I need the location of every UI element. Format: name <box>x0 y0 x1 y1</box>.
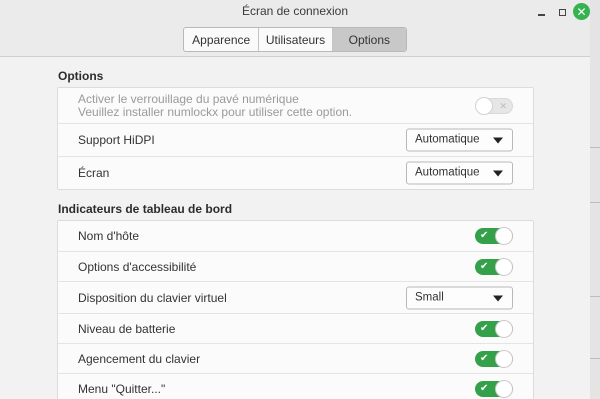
battery-label: Niveau de batterie <box>78 321 176 336</box>
keyboard-layout-row: Agencement du clavier ✔ <box>58 344 533 374</box>
hostname-row: Nom d'hôte ✔ <box>58 221 533 252</box>
accessibility-switch[interactable]: ✔ <box>475 257 513 276</box>
check-icon: ✔ <box>480 322 489 334</box>
virtual-keyboard-row: Disposition du clavier virtuel Small <box>58 282 533 314</box>
screen-label: Écran <box>78 166 110 180</box>
quit-menu-row: Menu "Quitter..." ✔ <box>58 374 533 399</box>
hidpi-label: Support HiDPI <box>78 133 155 147</box>
screen-select[interactable]: Automatique <box>406 161 513 185</box>
hostname-switch[interactable]: ✔ <box>475 227 513 245</box>
x-icon: ✕ <box>499 100 507 111</box>
check-icon: ✔ <box>480 260 489 272</box>
caret-down-icon <box>493 137 503 144</box>
hidpi-select[interactable]: Automatique <box>406 128 513 152</box>
virtual-keyboard-label: Disposition du clavier virtuel <box>78 290 227 305</box>
switch-knob <box>495 319 513 338</box>
section-title-indicators: Indicateurs de tableau de bord <box>58 202 233 216</box>
titlebar: Écran de connexion ✕ Apparence Utilisate… <box>0 0 590 57</box>
hidpi-row: Support HiDPI Automatique <box>58 124 533 157</box>
close-button[interactable]: ✕ <box>573 3 590 20</box>
keyboard-layout-label: Agencement du clavier <box>78 351 201 366</box>
minimize-icon <box>537 14 545 16</box>
battery-switch[interactable]: ✔ <box>475 319 513 338</box>
switch-knob <box>475 96 493 115</box>
check-icon: ✔ <box>480 230 489 241</box>
maximize-icon <box>558 8 566 16</box>
virtual-keyboard-select[interactable]: Small <box>406 286 513 309</box>
options-card: Activer le verrouillage du pavé numériqu… <box>57 87 534 190</box>
switch-knob <box>495 227 513 245</box>
check-icon: ✔ <box>480 383 489 394</box>
numlock-row: Activer le verrouillage du pavé numériqu… <box>58 88 533 124</box>
indicators-card: Nom d'hôte ✔ Options d'accessibilité ✔ D… <box>57 220 534 399</box>
accessibility-row: Options d'accessibilité ✔ <box>58 252 533 282</box>
section-title-options: Options <box>58 69 104 83</box>
virtual-keyboard-select-value: Small <box>415 291 444 303</box>
tab-switcher: Apparence Utilisateurs Options <box>183 27 407 52</box>
numlock-switch: ✕ <box>475 96 513 115</box>
caret-down-icon <box>493 295 503 301</box>
quit-menu-switch[interactable]: ✔ <box>475 380 513 398</box>
tab-apparence[interactable]: Apparence <box>184 28 260 51</box>
tab-utilisateurs[interactable]: Utilisateurs <box>259 28 333 51</box>
keyboard-layout-switch[interactable]: ✔ <box>475 349 513 368</box>
background-window-edge <box>590 0 600 399</box>
minimize-button[interactable] <box>533 4 549 20</box>
accessibility-label: Options d'accessibilité <box>78 259 197 274</box>
settings-window: Écran de connexion ✕ Apparence Utilisate… <box>0 0 590 399</box>
caret-down-icon <box>493 170 503 177</box>
switch-knob <box>495 380 513 398</box>
battery-row: Niveau de batterie ✔ <box>58 314 533 344</box>
switch-knob <box>495 349 513 368</box>
quit-menu-label: Menu "Quitter..." <box>78 382 166 396</box>
maximize-button[interactable] <box>554 4 570 20</box>
hidpi-select-value: Automatique <box>415 133 480 146</box>
screen-select-value: Automatique <box>415 166 480 179</box>
screen-row: Écran Automatique <box>58 157 533 189</box>
check-icon: ✔ <box>480 352 489 364</box>
close-icon: ✕ <box>576 4 587 19</box>
window-title: Écran de connexion <box>241 4 349 18</box>
switch-knob <box>495 257 513 276</box>
hostname-label: Nom d'hôte <box>78 229 139 243</box>
tab-options[interactable]: Options <box>332 28 406 51</box>
numlock-label: Activer le verrouillage du pavé numériqu… <box>78 91 353 119</box>
